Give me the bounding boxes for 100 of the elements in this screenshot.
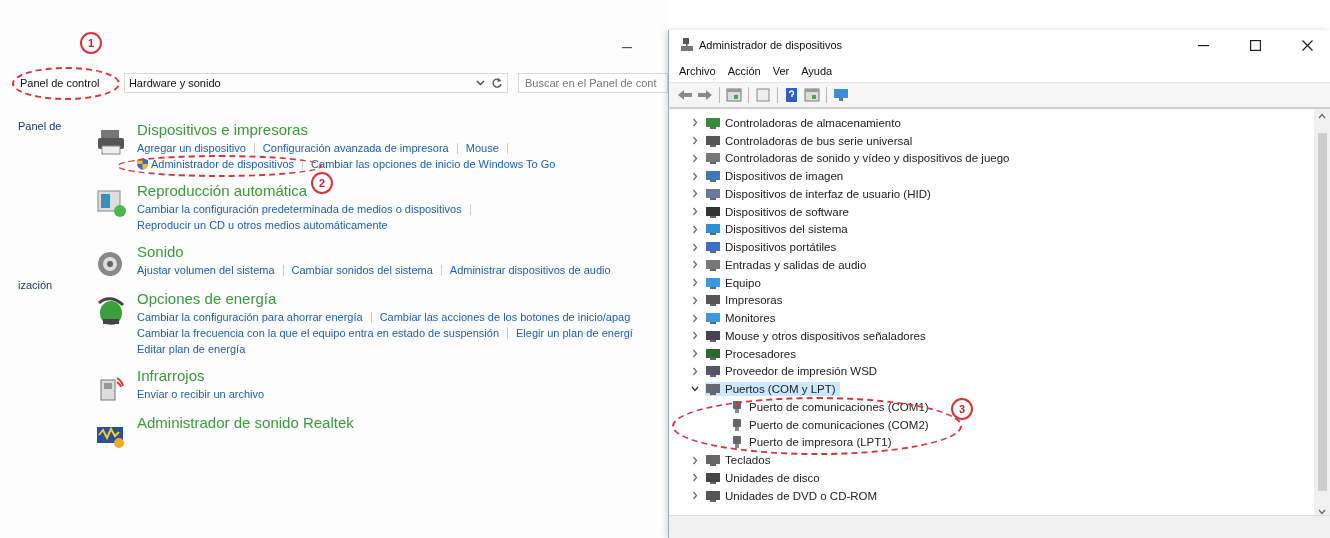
tree-item[interactable]: Mouse y otros dispositivos señaladores: [705, 328, 930, 343]
sidebar-link[interactable]: Panel de: [18, 120, 95, 132]
tree-item[interactable]: Unidades de DVD o CD-ROM: [705, 488, 882, 503]
device-icon: [705, 151, 721, 166]
tree-item[interactable]: Unidades de disco: [705, 470, 824, 485]
chevron-icon[interactable]: [691, 171, 699, 181]
task-link[interactable]: Enviar o recibir un archivo: [137, 386, 265, 402]
step-number: 3: [951, 398, 973, 420]
tree-item[interactable]: Controladoras de bus serie universal: [705, 133, 917, 148]
device-icon: [705, 133, 721, 148]
chevron-icon[interactable]: [691, 295, 699, 305]
maximize-icon[interactable]: [1249, 39, 1261, 51]
tree-item[interactable]: Puerto de comunicaciones (COM1): [729, 399, 933, 414]
scrollbar-thumb[interactable]: [1317, 133, 1327, 491]
address-bar[interactable]: Hardware y sonido: [123, 73, 508, 93]
media-player-icon[interactable]: [95, 187, 127, 219]
chevron-icon[interactable]: [691, 473, 699, 483]
sidebar-link[interactable]: ización: [18, 279, 95, 291]
category-link[interactable]: Infrarrojos: [137, 366, 205, 386]
help-icon[interactable]: [784, 88, 800, 102]
task-link[interactable]: Cambiar sonidos del sistema: [291, 262, 433, 278]
menu-item[interactable]: Ayuda: [801, 65, 833, 77]
chevron-icon[interactable]: [691, 491, 699, 501]
task-link[interactable]: Elegir un plan de energí: [516, 325, 633, 341]
menu-item[interactable]: Archivo: [679, 65, 716, 77]
scroll-down-icon[interactable]: [1318, 509, 1326, 515]
chevron-icon[interactable]: [691, 207, 699, 217]
tree-item[interactable]: Impresoras: [705, 293, 787, 308]
chevron-icon[interactable]: [691, 242, 699, 252]
chevron-icon[interactable]: [691, 224, 699, 234]
menu-item[interactable]: Ver: [772, 65, 790, 77]
task-link[interactable]: Reproducir un CD u otros medios automáticamente: [137, 217, 388, 233]
task-link[interactable]: Agregar un dispositivo: [137, 140, 246, 156]
tree-item[interactable]: Dispositivos de interfaz de usuario (HID): [705, 186, 935, 201]
chevron-icon[interactable]: [691, 455, 699, 465]
device-icon: [705, 186, 721, 201]
device-icon: [705, 382, 721, 397]
chevron-icon[interactable]: [691, 153, 699, 163]
tree-item[interactable]: Dispositivos de software: [705, 204, 853, 219]
search-field[interactable]: Buscar en el Panel de cont: [518, 73, 668, 93]
chevron-icon[interactable]: [691, 349, 699, 359]
chevron-icon[interactable]: [691, 313, 699, 323]
device-icon: [705, 275, 721, 290]
tree-item[interactable]: Puertos (COM y LPT): [705, 382, 840, 397]
tree-item[interactable]: Puerto de impresora (LPT1): [729, 435, 896, 450]
tree-item[interactable]: Controladoras de almacenamiento: [705, 115, 905, 130]
forward-arrow-icon[interactable]: [697, 88, 713, 102]
task-link[interactable]: Mouse: [465, 140, 499, 156]
chevron-icon[interactable]: [691, 189, 699, 199]
close-icon[interactable]: [1301, 39, 1313, 51]
task-link[interactable]: Cambiar las acciones de los botones de inicio/apag: [379, 309, 631, 325]
category-link[interactable]: Sonido: [137, 242, 184, 262]
task-link[interactable]: Cambiar la frecuencia con la que el equipo entra en estado de suspensión: [137, 325, 500, 341]
tree-item[interactable]: Procesadores: [705, 346, 800, 361]
chevron-icon[interactable]: [691, 260, 699, 270]
device-icon: [705, 169, 721, 184]
device-icon: [705, 453, 721, 468]
task-link[interactable]: Editar plan de energía: [137, 341, 246, 357]
device-icon: [705, 470, 721, 485]
device-icon: [705, 222, 721, 237]
tree-item[interactable]: Teclados: [705, 453, 775, 468]
monitor-icon[interactable]: [833, 88, 849, 102]
tree-item[interactable]: Controladoras de sonido y vídeo y dispositivos de juego: [705, 151, 1014, 166]
device-icon: [705, 364, 721, 379]
scroll-up-icon[interactable]: [1318, 113, 1326, 119]
tree-item[interactable]: Equipo: [705, 275, 765, 290]
category-link[interactable]: Administrador de sonido Realtek: [137, 413, 354, 433]
tree-item[interactable]: Monitores: [705, 311, 780, 326]
dropdown-chevron-icon[interactable]: [476, 80, 485, 86]
chevron-icon[interactable]: [691, 331, 699, 341]
device-icon: [705, 328, 721, 343]
chevron-icon[interactable]: [691, 384, 699, 394]
chevron-icon[interactable]: [691, 118, 699, 128]
step-number: 1: [80, 32, 102, 54]
chevron-icon[interactable]: [691, 278, 699, 288]
chevron-icon[interactable]: [691, 136, 699, 146]
category-link[interactable]: Reproducción automática: [137, 181, 308, 201]
task-link[interactable]: Cambiar la configuración para ahorrar energía: [137, 309, 363, 325]
chevron-icon[interactable]: [691, 366, 699, 376]
tree-item[interactable]: Puerto de comunicaciones (COM2): [729, 417, 933, 432]
tree-item[interactable]: Dispositivos de imagen: [705, 169, 848, 184]
task-link[interactable]: Administrador de dispositivos: [151, 156, 295, 172]
tree-item[interactable]: Proveedor de impresión WSD: [705, 364, 882, 379]
refresh-icon[interactable]: [491, 77, 503, 89]
tree-item[interactable]: Entradas y salidas de audio: [705, 257, 871, 272]
device-icon: [705, 311, 721, 326]
tree-item[interactable]: Dispositivos del sistema: [705, 222, 852, 237]
task-link[interactable]: Configuración avanzada de impresora: [262, 140, 449, 156]
device-manager-icon: [681, 38, 693, 52]
menu-item[interactable]: Acción: [727, 65, 761, 77]
task-link[interactable]: Cambiar la configuración predeterminada de medios o dispositivos: [137, 201, 462, 217]
breadcrumb-link[interactable]: Panel de control: [20, 77, 118, 89]
task-link[interactable]: Cambiar las opciones de inicio de Windows To Go: [311, 156, 556, 172]
category-link[interactable]: Dispositivos e impresoras: [137, 120, 308, 140]
task-link[interactable]: Administrar dispositivos de audio: [449, 262, 611, 278]
scrollbar[interactable]: [1314, 109, 1330, 515]
category-link[interactable]: Opciones de energía: [137, 289, 277, 309]
back-arrow-icon[interactable]: [677, 88, 693, 102]
task-link[interactable]: Ajustar volumen del sistema: [137, 262, 275, 278]
tree-item[interactable]: Dispositivos portátiles: [705, 240, 841, 255]
